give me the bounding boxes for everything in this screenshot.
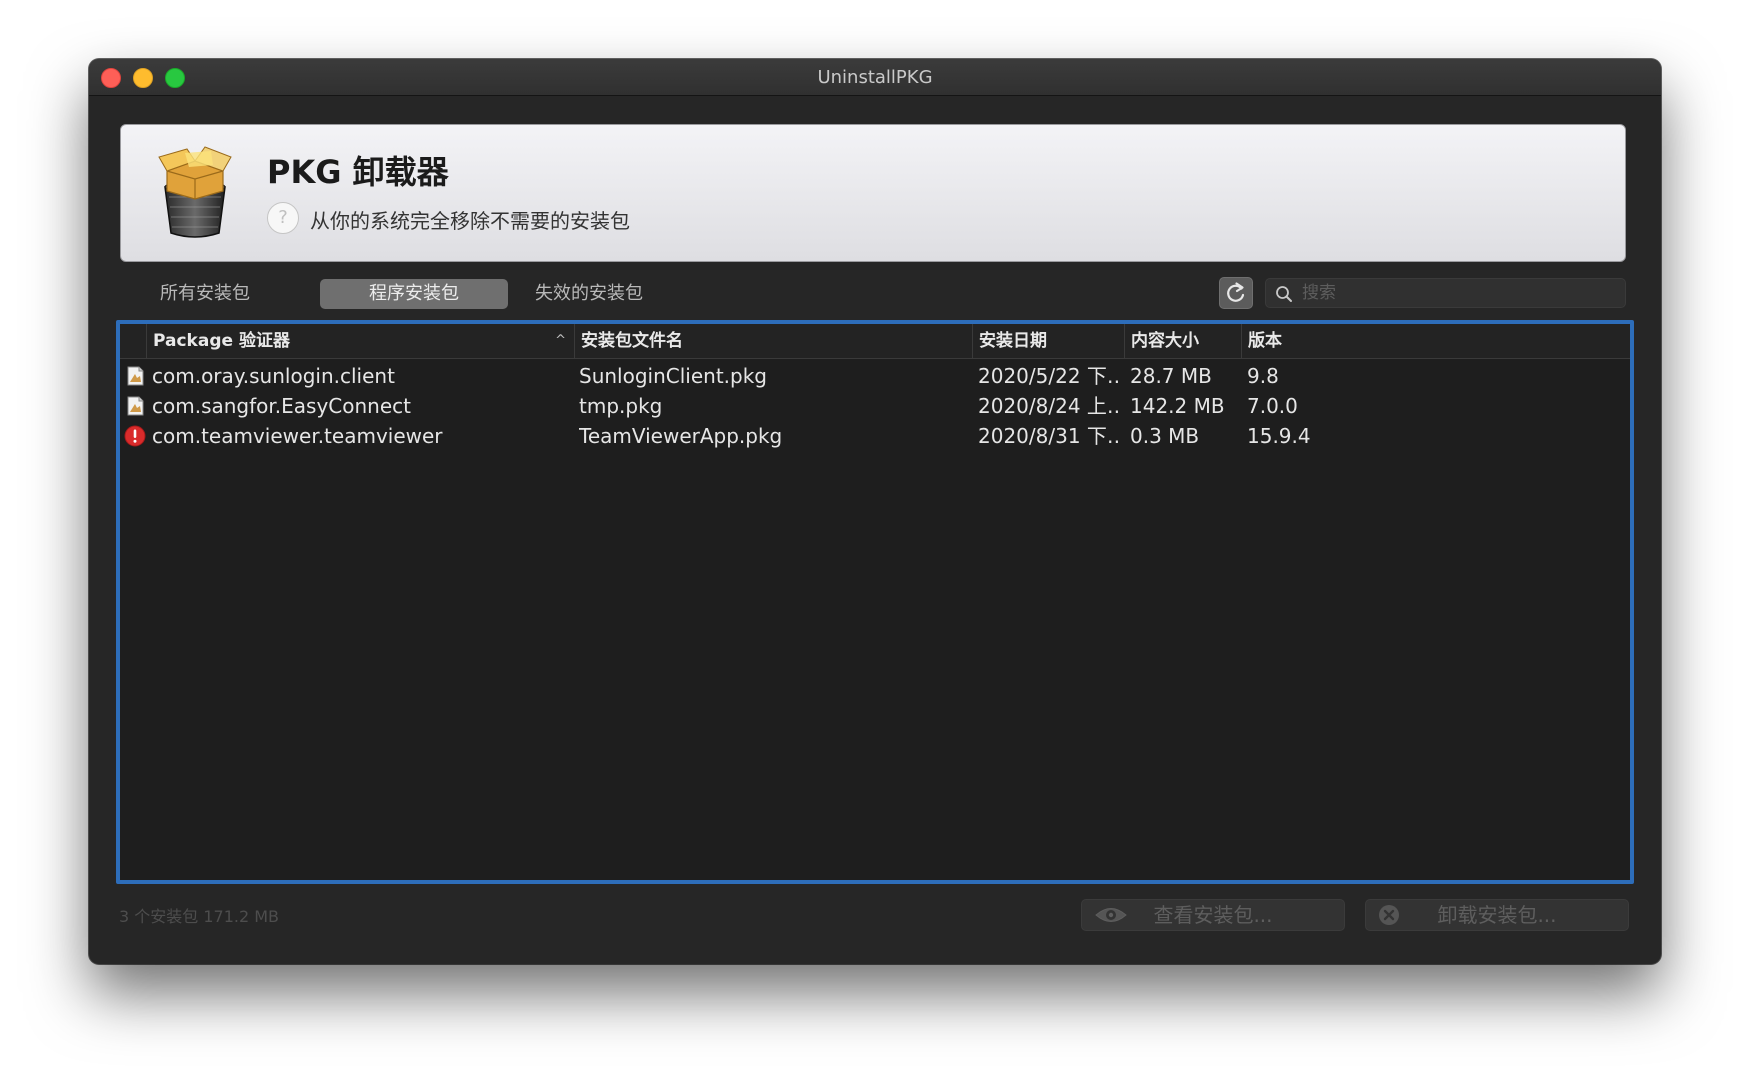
view-package-label: 查看安装包... — [1153, 903, 1273, 927]
packages-table[interactable]: Package 验证器 ^ 安装包文件名 安装日期 内容大小 版本 com.or… — [116, 320, 1634, 884]
column-header-size[interactable]: 内容大小 — [1124, 324, 1241, 358]
version: 9.8 — [1247, 364, 1279, 388]
package-count-status: 3 个安装包 171.2 MB — [119, 907, 280, 926]
install-date: 2020/5/22 下… — [978, 364, 1122, 388]
content-size: 28.7 MB — [1130, 364, 1212, 388]
table-row[interactable]: com.oray.sunlogin.client SunloginClient.… — [120, 361, 1630, 391]
search-input[interactable] — [1300, 281, 1604, 305]
install-date: 2020/8/31 下… — [978, 424, 1122, 448]
sort-ascending-icon: ^ — [555, 333, 566, 348]
app-window: UninstallPKG PKG 卸载器 ? 从你的系统完全移除不需要的安装包 — [89, 59, 1661, 964]
table-row[interactable]: com.sangfor.EasyConnect tmp.pkg 2020/8/2… — [120, 391, 1630, 421]
column-header-label: Package 验证器 — [153, 331, 290, 351]
warning-icon — [124, 425, 146, 447]
package-id: com.oray.sunlogin.client — [152, 364, 395, 388]
title-bar[interactable]: UninstallPKG — [89, 59, 1661, 96]
table-row[interactable]: com.teamviewer.teamviewer TeamViewerApp.… — [120, 421, 1630, 451]
header-panel: PKG 卸载器 ? 从你的系统完全移除不需要的安装包 — [120, 124, 1626, 262]
install-date: 2020/8/24 上… — [978, 394, 1122, 418]
package-trash-icon — [158, 146, 232, 238]
tab-all-packages[interactable]: 所有安装包 — [147, 279, 263, 309]
version: 15.9.4 — [1247, 424, 1311, 448]
column-header-install-date[interactable]: 安装日期 — [972, 324, 1124, 358]
content-size: 142.2 MB — [1130, 394, 1225, 418]
package-id: com.teamviewer.teamviewer — [152, 424, 443, 448]
table-header: Package 验证器 ^ 安装包文件名 安装日期 内容大小 版本 — [120, 324, 1630, 359]
package-receipt-icon — [127, 366, 144, 386]
column-header-package-id[interactable]: Package 验证器 ^ — [146, 324, 574, 358]
refresh-icon — [1227, 282, 1245, 302]
refresh-button[interactable] — [1219, 277, 1253, 309]
uninstall-package-label: 卸载安装包... — [1437, 903, 1557, 927]
column-header-label: 版本 — [1248, 331, 1282, 351]
version: 7.0.0 — [1247, 394, 1298, 418]
app-subtitle: 从你的系统完全移除不需要的安装包 — [310, 209, 630, 233]
close-circle-icon — [1379, 905, 1399, 925]
package-filename: TeamViewerApp.pkg — [579, 424, 783, 448]
search-field[interactable] — [1265, 278, 1626, 308]
eye-icon — [1095, 908, 1127, 922]
tab-invalid-packages[interactable]: 失效的安装包 — [523, 279, 655, 309]
uninstall-package-button[interactable]: 卸载安装包... — [1365, 899, 1629, 931]
tab-application-packages[interactable]: 程序安装包 — [320, 279, 508, 309]
column-header-label: 内容大小 — [1131, 331, 1199, 351]
help-button[interactable]: ? — [267, 202, 299, 234]
package-filename: tmp.pkg — [579, 394, 663, 418]
content-size: 0.3 MB — [1130, 424, 1200, 448]
column-header-version[interactable]: 版本 — [1241, 324, 1622, 358]
package-id: com.sangfor.EasyConnect — [152, 394, 411, 418]
window-title: UninstallPKG — [817, 67, 933, 88]
column-header-label: 安装包文件名 — [581, 331, 683, 351]
column-header-filename[interactable]: 安装包文件名 — [574, 324, 972, 358]
column-header-label: 安装日期 — [979, 331, 1047, 351]
search-icon — [1276, 286, 1292, 302]
app-title: PKG 卸载器 — [267, 153, 449, 191]
view-package-button[interactable]: 查看安装包... — [1081, 899, 1345, 931]
package-receipt-icon — [127, 396, 144, 416]
package-filename: SunloginClient.pkg — [579, 364, 767, 388]
